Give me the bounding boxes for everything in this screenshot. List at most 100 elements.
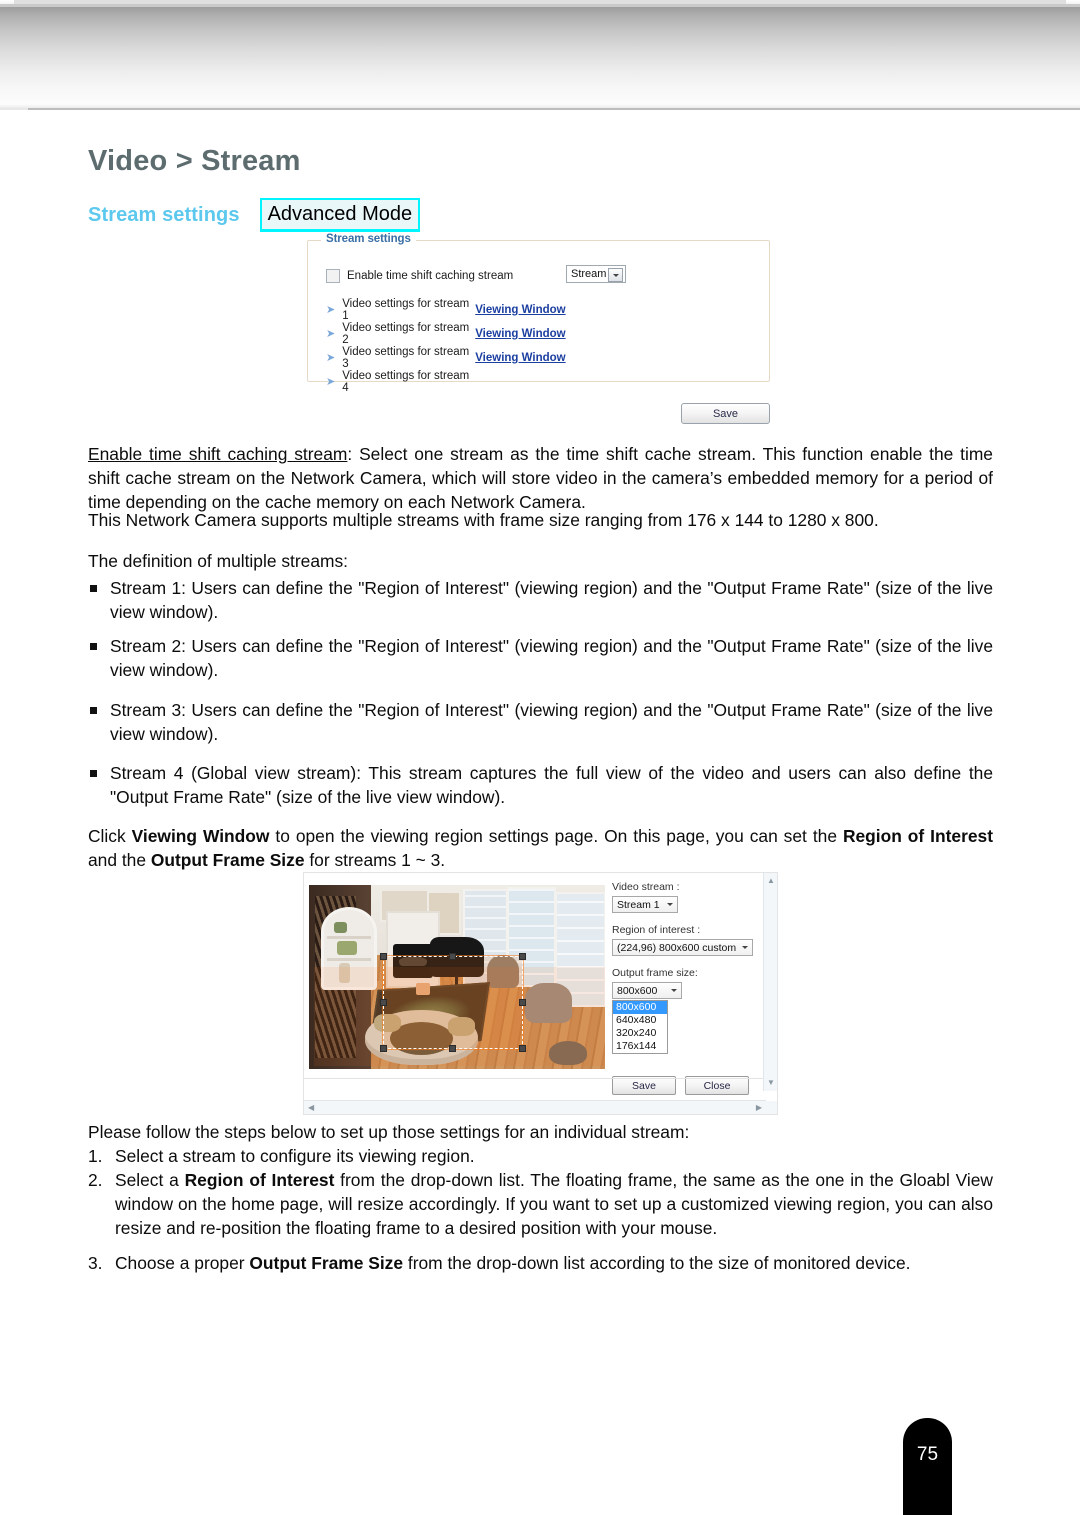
step-2: 2. Select a Region of Interest from the … xyxy=(88,1168,993,1241)
enable-time-shift-caching-label: Enable time shift caching stream xyxy=(347,270,514,282)
bullet-stream-3-text: Stream 3: Users can define the "Region o… xyxy=(110,700,993,745)
chevron-down-icon[interactable] xyxy=(671,989,677,992)
bullet-square-icon xyxy=(90,643,97,650)
viewing-window-link-1[interactable]: Viewing Window xyxy=(475,304,565,316)
header-rule xyxy=(0,108,1080,110)
paragraph-click-viewing-window: Click Viewing Window to open the viewing… xyxy=(88,824,993,872)
chevron-down-icon[interactable] xyxy=(667,903,673,906)
roi-handle-n[interactable] xyxy=(449,953,456,960)
enable-time-shift-caching-checkbox[interactable] xyxy=(326,269,340,283)
stream-settings-legend: Stream settings xyxy=(321,233,416,245)
bullet-square-icon xyxy=(90,770,97,777)
click-line-region-of-interest: Region of Interest xyxy=(842,826,993,846)
paragraph-enable-time-shift: Enable time shift caching stream: Select… xyxy=(88,442,993,515)
header-gradient xyxy=(0,7,1080,106)
paragraph-frame-size-range: This Network Camera supports multiple st… xyxy=(88,510,879,530)
click-line-d: and the xyxy=(88,850,151,871)
video-settings-label-3: Video settings for stream 3 xyxy=(342,346,470,370)
roi-handle-sw[interactable] xyxy=(380,1045,387,1052)
paragraph-definition-intro: The definition of multiple streams: xyxy=(88,551,349,571)
scene-pet xyxy=(548,1041,588,1066)
output-frame-size-select[interactable]: 800x600 xyxy=(612,982,682,999)
viewing-window-link-3[interactable]: Viewing Window xyxy=(475,352,565,364)
steps-intro: Please follow the steps below to set up … xyxy=(88,1122,690,1142)
output-frame-size-option-800x600[interactable]: 800x600 xyxy=(613,1001,667,1014)
output-frame-size-label: Output frame size: xyxy=(612,967,698,979)
region-of-interest-label: Region of interest : xyxy=(612,924,701,936)
bullet-stream-4-text: Stream 4 (Global view stream): This stre… xyxy=(110,763,993,808)
click-line-e: for streams 1 ~ 3. xyxy=(304,850,446,871)
roi-handle-e[interactable] xyxy=(519,998,526,1006)
click-line-output-frame-size: Output Frame Size xyxy=(150,850,305,871)
expand-arrow-icon[interactable]: ➤ xyxy=(326,376,335,388)
bullet-stream-2-text: Stream 2: Users can define the "Region o… xyxy=(110,636,993,681)
viewing-window-vertical-scrollbar[interactable]: ▲ ▼ xyxy=(763,873,777,1091)
output-frame-size-option-640x480[interactable]: 640x480 xyxy=(613,1014,667,1027)
scroll-down-icon[interactable]: ▼ xyxy=(767,1079,775,1087)
video-settings-row-4[interactable]: ➤ Video settings for stream 4 xyxy=(326,370,475,394)
section-heading: Stream settings xyxy=(88,203,240,226)
viewing-window-screenshot: Video stream : Stream 1 Region of intere… xyxy=(303,872,778,1115)
step-1-text: Select a stream to configure its viewing… xyxy=(115,1146,475,1166)
stream-settings-save-button[interactable]: Save xyxy=(681,403,770,424)
scroll-right-icon[interactable]: ▶ xyxy=(756,1104,762,1112)
advanced-mode-badge-label: Advanced Mode xyxy=(261,200,419,229)
page-number-tab: 75 xyxy=(903,1418,952,1515)
scrollbar-corner xyxy=(764,1101,777,1114)
roi-handle-ne[interactable] xyxy=(519,953,526,960)
bullet-stream-3: Stream 3: Users can define the "Region o… xyxy=(88,698,993,746)
step-1-number: 1. xyxy=(88,1146,103,1166)
viewing-window-link-2[interactable]: Viewing Window xyxy=(475,328,565,340)
video-settings-row-1[interactable]: ➤ Video settings for stream 1 Viewing Wi… xyxy=(326,298,566,322)
chevron-down-icon[interactable] xyxy=(742,946,748,949)
roi-handle-nw[interactable] xyxy=(380,953,387,960)
camera-preview-image xyxy=(309,885,605,1069)
enable-time-shift-caching-row[interactable]: Enable time shift caching stream xyxy=(326,269,513,283)
region-of-interest-select-value: (224,96) 800x600 custom xyxy=(617,941,737,954)
step-3: 3. Choose a proper Output Frame Size fro… xyxy=(88,1251,993,1275)
scroll-left-icon[interactable]: ◀ xyxy=(308,1104,314,1112)
step-3-number: 3. xyxy=(88,1253,103,1273)
step-3-term: Output Frame Size xyxy=(249,1253,404,1273)
region-of-interest-select[interactable]: (224,96) 800x600 custom xyxy=(612,939,753,956)
bullet-stream-1-text: Stream 1: Users can define the "Region o… xyxy=(110,578,993,623)
output-frame-size-select-value: 800x600 xyxy=(617,984,658,997)
output-frame-size-option-320x240[interactable]: 320x240 xyxy=(613,1027,667,1040)
roi-handle-s[interactable] xyxy=(449,1045,456,1052)
roi-handle-se[interactable] xyxy=(519,1045,526,1052)
header-rule-highlight xyxy=(0,108,28,110)
video-settings-label-4: Video settings for stream 4 xyxy=(342,370,470,394)
region-of-interest-selection-frame[interactable] xyxy=(380,953,526,1052)
roi-handle-w[interactable] xyxy=(380,998,387,1006)
output-frame-size-option-176x144[interactable]: 176x144 xyxy=(613,1040,667,1053)
expand-arrow-icon[interactable]: ➤ xyxy=(326,352,335,364)
click-line-a: Click xyxy=(88,826,132,846)
step-1: 1. Select a stream to configure its view… xyxy=(88,1144,993,1168)
bullet-stream-1: Stream 1: Users can define the "Region o… xyxy=(88,576,993,624)
bullet-stream-4: Stream 4 (Global view stream): This stre… xyxy=(88,761,993,809)
video-settings-row-3[interactable]: ➤ Video settings for stream 3 Viewing Wi… xyxy=(326,346,566,370)
video-settings-row-2[interactable]: ➤ Video settings for stream 2 Viewing Wi… xyxy=(326,322,566,346)
bullet-square-icon xyxy=(90,585,97,592)
scene-alcove-shelving xyxy=(320,907,378,991)
scroll-up-icon[interactable]: ▲ xyxy=(767,877,775,885)
section-heading-row: Stream settings Advanced Mode xyxy=(88,198,421,232)
expand-arrow-icon[interactable]: ➤ xyxy=(326,304,335,316)
video-stream-select[interactable]: Stream 1 xyxy=(612,896,678,913)
video-stream-label: Video stream : xyxy=(612,881,680,893)
step-2-text-a: Select a xyxy=(115,1170,185,1190)
time-shift-stream-select[interactable]: Stream 1 xyxy=(566,265,626,283)
stream-settings-fieldset: Stream settings Enable time shift cachin… xyxy=(307,233,770,394)
scene-armchair-right xyxy=(525,982,573,1023)
stream-settings-screenshot: Stream settings Enable time shift cachin… xyxy=(307,233,770,428)
viewing-window-horizontal-scrollbar[interactable]: ◀ ▶ xyxy=(304,1100,766,1114)
advanced-mode-badge: Advanced Mode xyxy=(259,198,421,232)
click-line-c: to open the viewing region settings page… xyxy=(269,826,843,846)
click-line-viewing-window: Viewing Window xyxy=(131,826,270,846)
video-stream-select-value: Stream 1 xyxy=(617,898,660,911)
chevron-down-icon[interactable] xyxy=(608,268,623,282)
video-settings-label-1: Video settings for stream 1 xyxy=(342,298,470,322)
expand-arrow-icon[interactable]: ➤ xyxy=(326,328,335,340)
output-frame-size-dropdown-list[interactable]: 800x600 640x480 320x240 176x144 xyxy=(612,1000,668,1054)
bullet-square-icon xyxy=(90,707,97,714)
